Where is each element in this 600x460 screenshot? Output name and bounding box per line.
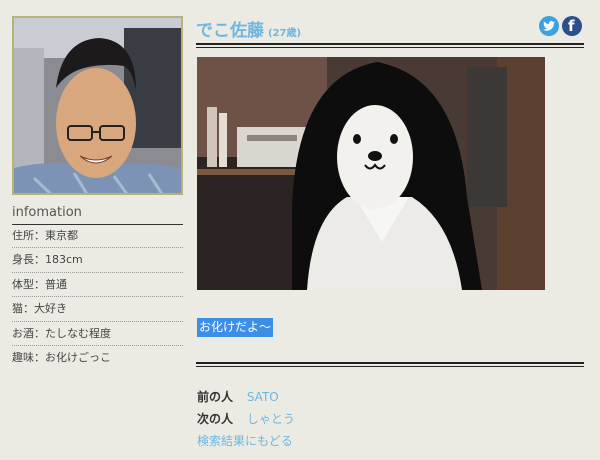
profile-avatar [12,16,183,195]
info-item-body-type: 体型：普通 [12,273,183,298]
profile-age: (27歳) [268,28,302,39]
info-item-hobby: 趣味：お化けごっこ [12,350,111,364]
next-person-row: 次の人 しゃとう [197,408,295,430]
header-divider [196,43,584,48]
next-person-label: 次の人 [197,412,234,426]
social-share [539,16,582,36]
info-item-address: 住所：東京都 [12,224,183,249]
back-row: 検索結果にもどる [197,430,295,452]
facebook-icon[interactable] [562,16,582,36]
info-item-alcohol: お酒：たしなむ程度 [12,322,183,346]
post-photo [197,57,545,290]
profile-name: でこ佐藤 (27歳) [196,16,301,41]
back-to-results-link[interactable]: 検索結果にもどる [197,434,293,448]
prev-person-label: 前の人 [197,390,234,404]
info-list: 住所：東京都 身長：183cm 体型：普通 猫：大好き お酒：たしなむ程度 趣味… [12,224,183,370]
prev-person-link[interactable]: SATO [247,390,279,404]
prev-person-row: 前の人 SATO [197,386,295,408]
profile-name-text: でこ佐藤 [196,21,264,41]
info-item-cat: 猫：大好き [12,297,183,322]
next-person-link[interactable]: しゃとう [247,412,295,426]
profile-navigation: 前の人 SATO 次の人 しゃとう 検索結果にもどる [197,386,295,452]
content-divider [196,362,584,367]
twitter-icon[interactable] [539,16,559,36]
info-item-height: 身長：183cm [12,248,183,273]
post-caption: お化けだよ〜 [197,318,274,337]
profile-header: でこ佐藤 (27歳) [196,16,584,42]
info-heading: infomation [12,205,183,225]
